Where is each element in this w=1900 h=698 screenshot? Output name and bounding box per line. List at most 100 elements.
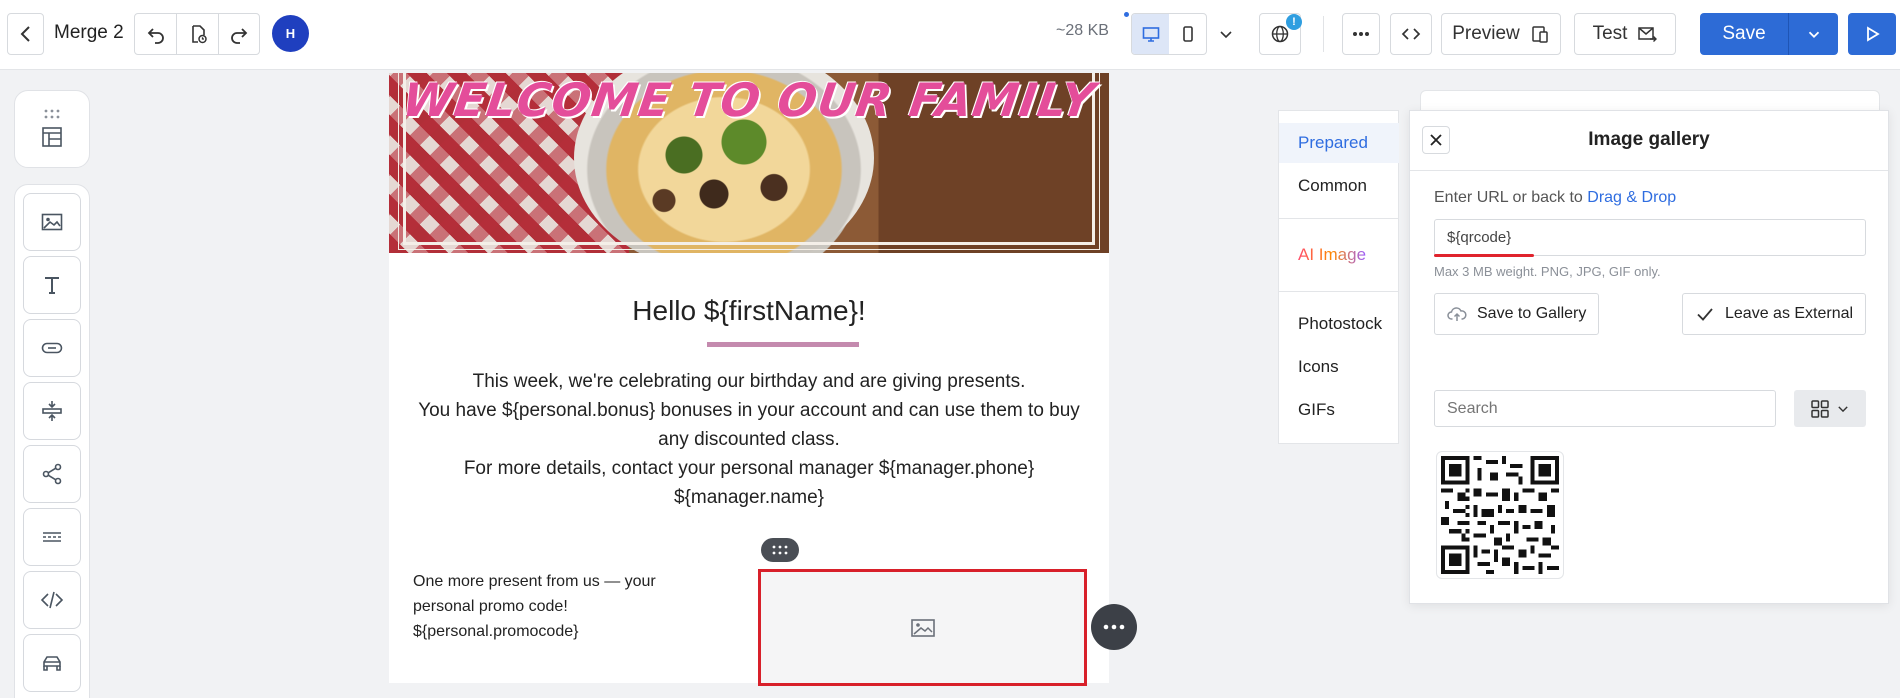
mobile-icon [1182, 26, 1193, 42]
desktop-view-button[interactable] [1132, 14, 1169, 54]
html-block-tool[interactable] [23, 571, 81, 629]
category-prepared[interactable]: Prepared [1279, 123, 1399, 163]
play-icon [1867, 26, 1880, 42]
save-to-gallery-button[interactable]: Save to Gallery [1434, 293, 1600, 335]
notification-badge: ! [1286, 14, 1302, 30]
save-options-button[interactable] [1788, 13, 1838, 55]
body-text-block[interactable]: This week, we're celebrating our birthda… [409, 367, 1089, 512]
undo-button[interactable] [134, 13, 177, 55]
body-line: This week, we're celebrating our birthda… [472, 371, 1026, 392]
image-gallery-panel: Image gallery Enter URL or back to Drag … [1409, 110, 1889, 604]
url-hint-text: Enter URL or back to [1434, 189, 1583, 206]
structures-panel-button[interactable] [14, 90, 90, 168]
divider-icon [43, 532, 61, 542]
device-dropdown-button[interactable] [1207, 13, 1245, 55]
code-icon [1401, 28, 1421, 40]
promo-text-block[interactable]: One more present from us — your personal… [413, 569, 713, 644]
spacer-block-tool[interactable] [23, 382, 81, 440]
more-options-button[interactable] [1342, 13, 1380, 55]
text-block-tool[interactable] [23, 256, 81, 314]
drag-handle-icon [44, 109, 60, 119]
document-history-icon [191, 25, 207, 44]
chevron-down-icon [1838, 405, 1848, 412]
gallery-image-thumbnail[interactable] [1436, 451, 1564, 579]
share-icon [42, 463, 62, 485]
structure-layout-icon [42, 127, 62, 147]
user-avatar[interactable]: H [272, 15, 309, 52]
block-move-handle[interactable] [761, 538, 799, 562]
body-line: You have ${personal.bonus} bonuses in yo… [418, 400, 1080, 450]
category-common[interactable]: Common [1279, 166, 1399, 206]
upload-limit-text: Max 3 MB weight. PNG, JPG, GIF only. [1434, 264, 1661, 279]
chevron-down-icon [1220, 31, 1232, 39]
drag-handle-icon [772, 545, 788, 555]
test-button[interactable]: Test [1574, 13, 1676, 55]
button-block-tool[interactable] [23, 319, 81, 377]
document-title[interactable]: Merge 2 [54, 22, 124, 44]
promo-line: One more present from us — your personal… [413, 573, 656, 615]
selected-image-block[interactable] [758, 569, 1087, 686]
devices-icon [1532, 26, 1548, 43]
send-button[interactable] [1848, 13, 1896, 55]
greeting-underline [707, 342, 859, 347]
social-block-tool[interactable] [23, 445, 81, 503]
email-size: ~28 KB [1056, 22, 1109, 39]
spacer-icon [42, 401, 62, 421]
back-button[interactable] [7, 13, 44, 55]
category-divider [1279, 291, 1399, 292]
grid-icon [1811, 399, 1829, 418]
chevron-down-icon [1808, 31, 1819, 38]
view-mode-button[interactable] [1794, 390, 1866, 427]
image-block-tool[interactable] [23, 193, 81, 251]
leave-as-external-label: Leave as External [1725, 305, 1854, 322]
gallery-title: Image gallery [1588, 129, 1710, 150]
checkmark-icon [1697, 308, 1713, 321]
more-horizontal-icon [1103, 624, 1125, 630]
promo-code-line: ${personal.promocode} [413, 623, 579, 640]
category-divider [1279, 218, 1399, 219]
drag-drop-link[interactable]: Drag & Drop [1587, 189, 1676, 206]
gallery-header: Image gallery [1410, 111, 1888, 171]
greeting-heading[interactable]: Hello ${firstName}! [389, 295, 1109, 327]
gallery-search-input[interactable] [1434, 390, 1776, 427]
preview-label: Preview [1452, 23, 1520, 44]
url-input-highlight [1434, 254, 1534, 257]
more-horizontal-icon [1353, 32, 1369, 36]
category-ai-image[interactable]: AI Image [1279, 235, 1399, 275]
body-line: For more details, contact your personal … [463, 458, 1035, 508]
ai-image-label: AI Image [1298, 245, 1367, 264]
block-more-actions-button[interactable] [1091, 604, 1137, 650]
preview-button[interactable]: Preview [1441, 13, 1561, 55]
button-icon [41, 342, 63, 354]
text-icon [45, 277, 59, 294]
redo-icon [231, 28, 248, 44]
save-button[interactable]: Save [1700, 13, 1788, 55]
app-block-tool[interactable] [23, 634, 81, 692]
html-code-icon [40, 591, 64, 609]
category-photostock[interactable]: Photostock [1279, 304, 1399, 344]
mobile-view-button[interactable] [1169, 14, 1206, 54]
desktop-icon [1142, 27, 1159, 42]
url-hint: Enter URL or back to Drag & Drop [1434, 189, 1676, 207]
banner-image[interactable]: WELCOME TO OUR FAMILY [389, 73, 1109, 253]
email-canvas: WELCOME TO OUR FAMILY Hello ${firstName}… [389, 73, 1109, 686]
unsaved-indicator [1124, 12, 1129, 17]
version-history-button[interactable] [176, 13, 219, 55]
gallery-category-list: Prepared Common AI Image Photostock Icon… [1278, 110, 1399, 444]
cloud-upload-icon [1447, 307, 1467, 321]
test-label: Test [1592, 23, 1628, 44]
code-view-button[interactable] [1390, 13, 1432, 55]
car-icon [43, 656, 61, 671]
leave-as-external-button[interactable]: Leave as External [1682, 293, 1867, 335]
undo-icon [147, 28, 164, 44]
blocks-toolbar [14, 184, 90, 698]
redo-button[interactable] [218, 13, 260, 55]
image-placeholder-icon [910, 618, 935, 637]
toolbar-divider [1323, 16, 1324, 52]
save-to-gallery-label: Save to Gallery [1477, 305, 1587, 322]
image-url-input[interactable] [1434, 219, 1866, 256]
divider-block-tool[interactable] [23, 508, 81, 566]
category-gifs[interactable]: GIFs [1279, 390, 1399, 430]
chevron-left-icon [20, 26, 30, 42]
category-icons[interactable]: Icons [1279, 347, 1399, 387]
